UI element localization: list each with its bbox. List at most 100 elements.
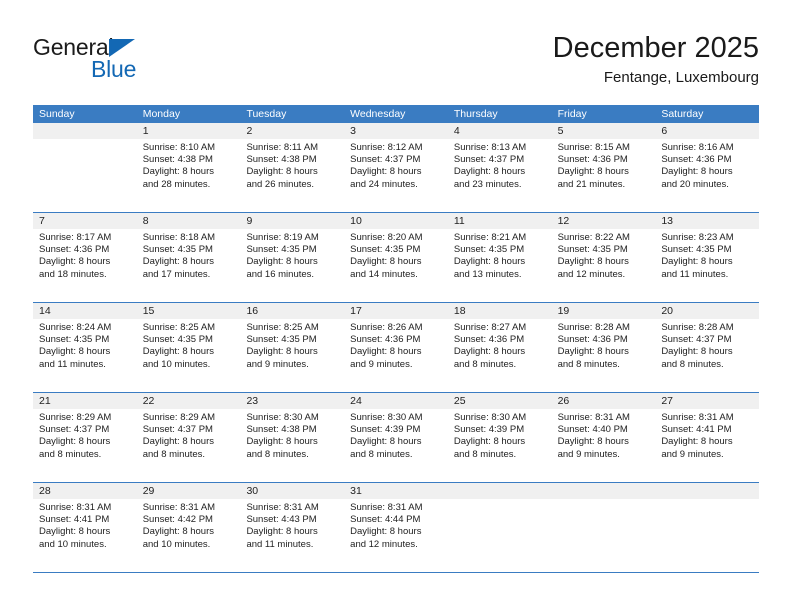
day-number-band: 23 xyxy=(240,393,345,409)
sunrise-text: Sunrise: 8:31 AM xyxy=(142,502,216,513)
day-number-band: 16 xyxy=(240,303,345,319)
day-cell[interactable]: 12 Sunrise: 8:22 AM Sunset: 4:35 PM Dayl… xyxy=(551,213,656,302)
day-details: Sunrise: 8:30 AM Sunset: 4:38 PM Dayligh… xyxy=(240,409,344,461)
day-cell[interactable]: 14 Sunrise: 8:24 AM Sunset: 4:35 PM Dayl… xyxy=(33,303,137,392)
day-cell[interactable]: 24 Sunrise: 8:30 AM Sunset: 4:39 PM Dayl… xyxy=(344,393,448,482)
day-cell[interactable] xyxy=(447,483,552,572)
sunrise-text: Sunrise: 8:31 AM xyxy=(350,502,423,513)
sunrise-text: Sunrise: 8:23 AM xyxy=(661,232,734,243)
day-cell[interactable]: 27 Sunrise: 8:31 AM Sunset: 4:41 PM Dayl… xyxy=(655,393,760,482)
day-cell[interactable]: 19 Sunrise: 8:28 AM Sunset: 4:36 PM Dayl… xyxy=(551,303,656,392)
day-cell[interactable]: 31 Sunrise: 8:31 AM Sunset: 4:44 PM Dayl… xyxy=(344,483,448,572)
sunrise-text: Sunrise: 8:17 AM xyxy=(39,232,112,243)
sunrise-text: Sunrise: 8:28 AM xyxy=(661,322,734,333)
week-row: 14 Sunrise: 8:24 AM Sunset: 4:35 PM Dayl… xyxy=(33,303,760,393)
day-number-band: 18 xyxy=(447,303,552,319)
day-number-band: 19 xyxy=(551,303,656,319)
daylight-text-line2: and 20 minutes. xyxy=(661,178,729,190)
day-cell[interactable]: 26 Sunrise: 8:31 AM Sunset: 4:40 PM Dayl… xyxy=(551,393,656,482)
daylight-text-line2: and 14 minutes. xyxy=(350,268,418,280)
day-number-band: 8 xyxy=(136,213,241,229)
day-cell[interactable]: 3 Sunrise: 8:12 AM Sunset: 4:37 PM Dayli… xyxy=(344,123,448,212)
day-number: 2 xyxy=(246,125,253,137)
daylight-text-line2: and 10 minutes. xyxy=(142,538,211,550)
sunrise-text: Sunrise: 8:24 AM xyxy=(39,322,112,333)
day-cell[interactable]: 18 Sunrise: 8:27 AM Sunset: 4:36 PM Dayl… xyxy=(447,303,552,392)
sunset-text: Sunset: 4:39 PM xyxy=(350,424,421,436)
day-cell[interactable]: 8 Sunrise: 8:18 AM Sunset: 4:35 PM Dayli… xyxy=(136,213,241,302)
day-number-band: 31 xyxy=(344,483,448,499)
sunrise-text: Sunrise: 8:31 AM xyxy=(246,502,319,513)
daylight-text-line2: and 8 minutes. xyxy=(350,448,413,460)
day-cell[interactable]: 1 Sunrise: 8:10 AM Sunset: 4:38 PM Dayli… xyxy=(136,123,241,212)
daylight-text-line1: Daylight: 8 hours xyxy=(246,256,318,268)
sunset-text: Sunset: 4:35 PM xyxy=(142,334,213,346)
daylight-text-line2: and 8 minutes. xyxy=(246,448,309,460)
day-cell[interactable]: 6 Sunrise: 8:16 AM Sunset: 4:36 PM Dayli… xyxy=(655,123,760,212)
day-number-band: 13 xyxy=(655,213,760,229)
daylight-text-line2: and 8 minutes. xyxy=(39,448,102,460)
day-number: 12 xyxy=(557,215,570,227)
sunset-text: Sunset: 4:37 PM xyxy=(39,424,110,436)
day-number-band: 9 xyxy=(240,213,345,229)
day-details: Sunrise: 8:19 AM Sunset: 4:35 PM Dayligh… xyxy=(240,229,344,281)
day-cell[interactable] xyxy=(33,123,137,212)
day-cell[interactable]: 9 Sunrise: 8:19 AM Sunset: 4:35 PM Dayli… xyxy=(240,213,345,302)
sunset-text: Sunset: 4:35 PM xyxy=(39,334,110,346)
daylight-text-line2: and 8 minutes. xyxy=(142,448,206,460)
day-number: 6 xyxy=(661,125,668,137)
day-number-band: 28 xyxy=(33,483,137,499)
day-cell[interactable]: 23 Sunrise: 8:30 AM Sunset: 4:38 PM Dayl… xyxy=(240,393,345,482)
day-cell[interactable]: 16 Sunrise: 8:25 AM Sunset: 4:35 PM Dayl… xyxy=(240,303,345,392)
daylight-text-line1: Daylight: 8 hours xyxy=(350,256,422,268)
day-cell[interactable]: 5 Sunrise: 8:15 AM Sunset: 4:36 PM Dayli… xyxy=(551,123,656,212)
day-cell[interactable]: 20 Sunrise: 8:28 AM Sunset: 4:37 PM Dayl… xyxy=(655,303,760,392)
day-cell[interactable]: 17 Sunrise: 8:26 AM Sunset: 4:36 PM Dayl… xyxy=(344,303,448,392)
day-number: 11 xyxy=(453,215,465,227)
day-details: Sunrise: 8:16 AM Sunset: 4:36 PM Dayligh… xyxy=(655,139,759,191)
weekday-header-saturday: Saturday xyxy=(661,108,704,120)
day-number: 21 xyxy=(39,395,51,407)
day-cell[interactable]: 28 Sunrise: 8:31 AM Sunset: 4:41 PM Dayl… xyxy=(33,483,137,572)
daylight-text-line1: Daylight: 8 hours xyxy=(246,526,318,538)
sunset-text: Sunset: 4:41 PM xyxy=(39,514,110,526)
sunrise-text: Sunrise: 8:26 AM xyxy=(350,322,423,333)
day-details: Sunrise: 8:22 AM Sunset: 4:35 PM Dayligh… xyxy=(552,229,656,281)
week-row: 28 Sunrise: 8:31 AM Sunset: 4:41 PM Dayl… xyxy=(33,483,760,573)
day-cell[interactable]: 30 Sunrise: 8:31 AM Sunset: 4:43 PM Dayl… xyxy=(240,483,345,572)
sunrise-text: Sunrise: 8:31 AM xyxy=(557,412,630,423)
day-number-band: 14 xyxy=(33,303,137,319)
day-details xyxy=(448,499,552,502)
day-cell[interactable]: 21 Sunrise: 8:29 AM Sunset: 4:37 PM Dayl… xyxy=(33,393,137,482)
day-cell[interactable]: 29 Sunrise: 8:31 AM Sunset: 4:42 PM Dayl… xyxy=(136,483,241,572)
daylight-text-line2: and 16 minutes. xyxy=(246,268,315,280)
day-cell[interactable]: 22 Sunrise: 8:29 AM Sunset: 4:37 PM Dayl… xyxy=(136,393,241,482)
day-cell[interactable]: 25 Sunrise: 8:30 AM Sunset: 4:39 PM Dayl… xyxy=(447,393,552,482)
sunrise-text: Sunrise: 8:30 AM xyxy=(246,412,319,423)
weekday-header-thursday: Thursday xyxy=(453,108,498,120)
daylight-text-line2: and 10 minutes. xyxy=(39,538,107,550)
day-cell[interactable]: 13 Sunrise: 8:23 AM Sunset: 4:35 PM Dayl… xyxy=(655,213,760,302)
day-cell[interactable]: 7 Sunrise: 8:17 AM Sunset: 4:36 PM Dayli… xyxy=(33,213,137,302)
day-cell[interactable]: 10 Sunrise: 8:20 AM Sunset: 4:35 PM Dayl… xyxy=(344,213,448,302)
day-details: Sunrise: 8:18 AM Sunset: 4:35 PM Dayligh… xyxy=(137,229,241,281)
sunset-text: Sunset: 4:35 PM xyxy=(246,244,317,256)
day-details: Sunrise: 8:20 AM Sunset: 4:35 PM Dayligh… xyxy=(344,229,448,281)
day-number-band: 4 xyxy=(447,123,552,139)
day-cell[interactable] xyxy=(655,483,760,572)
day-number-band: 12 xyxy=(551,213,656,229)
day-number: 19 xyxy=(557,305,570,317)
day-cell[interactable] xyxy=(551,483,656,572)
day-number-band: 20 xyxy=(655,303,760,319)
general-blue-logo[interactable]: General Blue xyxy=(33,34,233,90)
day-cell[interactable]: 4 Sunrise: 8:13 AM Sunset: 4:37 PM Dayli… xyxy=(447,123,552,212)
daylight-text-line2: and 21 minutes. xyxy=(557,178,626,190)
day-cell[interactable]: 15 Sunrise: 8:25 AM Sunset: 4:35 PM Dayl… xyxy=(136,303,241,392)
day-cell[interactable]: 11 Sunrise: 8:21 AM Sunset: 4:35 PM Dayl… xyxy=(447,213,552,302)
week-row: 7 Sunrise: 8:17 AM Sunset: 4:36 PM Dayli… xyxy=(33,213,760,303)
day-details: Sunrise: 8:10 AM Sunset: 4:38 PM Dayligh… xyxy=(137,139,241,191)
day-number: 1 xyxy=(142,125,149,137)
daylight-text-line1: Daylight: 8 hours xyxy=(453,346,526,358)
sunrise-text: Sunrise: 8:28 AM xyxy=(557,322,630,333)
day-cell[interactable]: 2 Sunrise: 8:11 AM Sunset: 4:38 PM Dayli… xyxy=(240,123,345,212)
